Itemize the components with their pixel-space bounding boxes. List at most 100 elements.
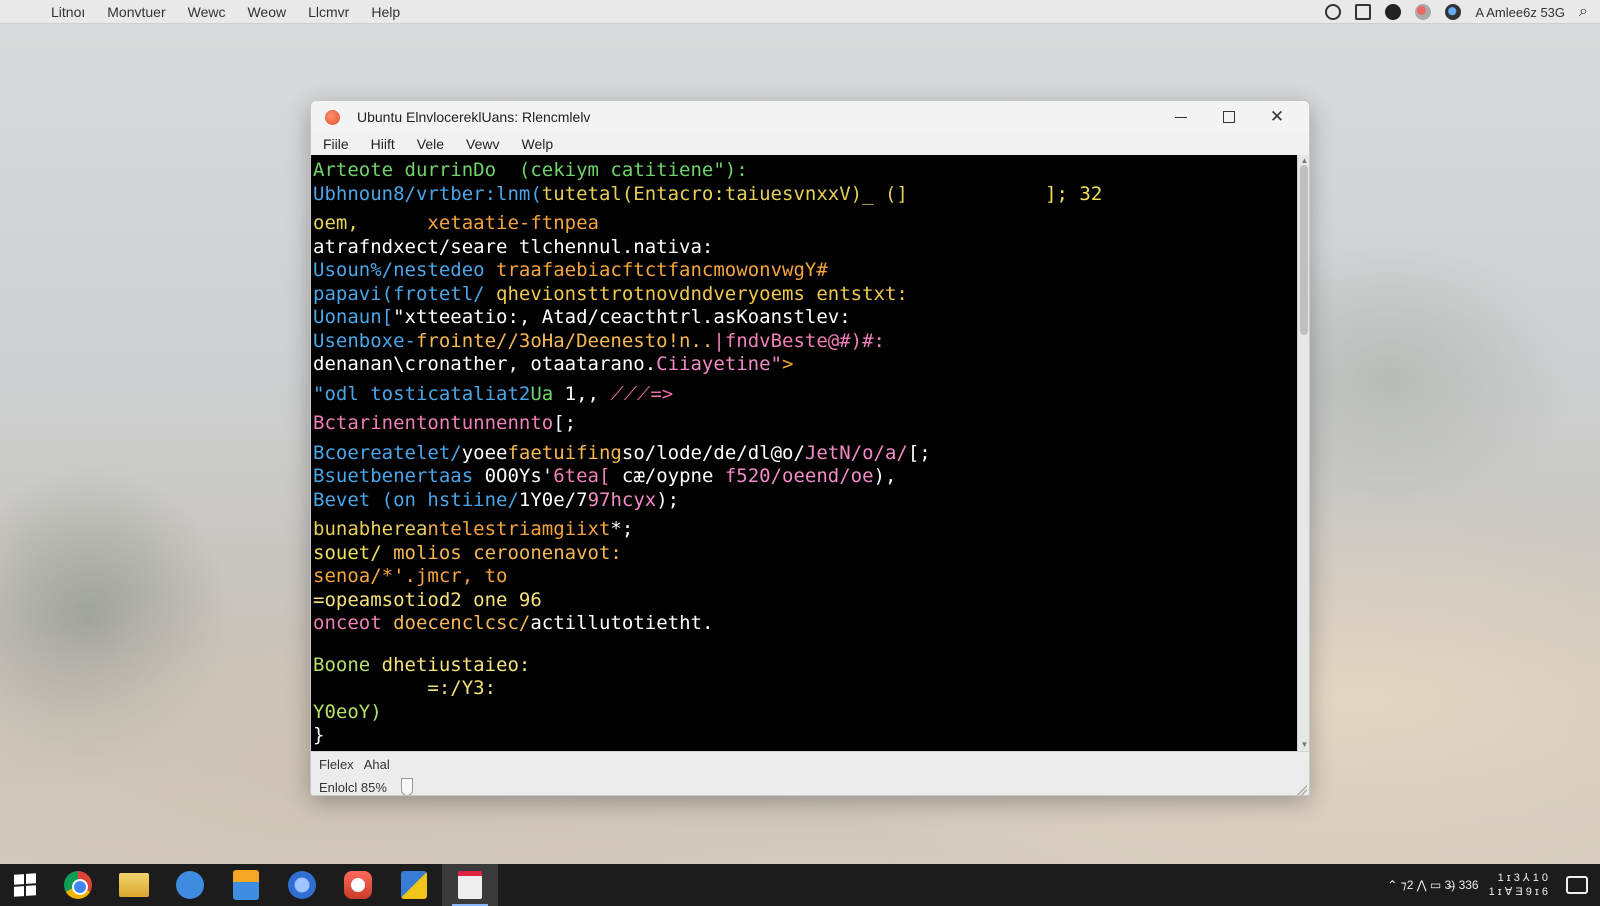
tray-status-text[interactable]: ⌃ ⁊2 ⋀ ▭ 3̶) 336 <box>1387 878 1478 892</box>
terminal-text-segment: tutetal(Entacro:taiuesvnxxV)_ (] <box>541 182 908 205</box>
taskbar: ⌃ ⁊2 ⋀ ▭ 3̶) 336 1 ɪ 3 ⅄ 1 0 1 ɪ ∀ Ǝ 9 ɪ… <box>0 864 1600 906</box>
terminal-line: Usoun%/nestedeo traafaebiacftctfancmowon… <box>313 259 1295 283</box>
terminal-line: senoa/*'.jmcr, to <box>313 565 1295 589</box>
menu-welp[interactable]: Welp <box>511 136 565 152</box>
clock-date: 1 ɪ ∀ Ǝ 9 ɪ 6 <box>1488 886 1548 898</box>
clock-time: 1 ɪ 3 ⅄ 1 0 <box>1497 872 1548 884</box>
taskbar-file-explorer[interactable] <box>106 864 162 906</box>
terminal-text-segment: [; <box>907 441 931 464</box>
status-bar: Flelex Ahal Enlolcl 85% <box>311 751 1309 795</box>
terminal-text-segment: ); <box>656 488 680 511</box>
zoom-slider-handle[interactable] <box>400 778 413 795</box>
clock[interactable]: 1 ɪ 3 ⅄ 1 0 1 ɪ ∀ Ǝ 9 ɪ 6 <box>1489 871 1548 899</box>
menu-llcmvr[interactable]: Llcmvr <box>297 4 360 20</box>
media-play-icon[interactable] <box>1385 4 1402 20</box>
terminal-text-segment: > <box>782 353 794 375</box>
terminal-text-segment: ), <box>873 465 897 487</box>
terminal-text-segment: 1Y0e/7 <box>518 488 588 511</box>
terminal-text-segment: } <box>313 724 325 746</box>
notepad-icon <box>458 871 482 899</box>
terminal-output[interactable]: Arteote durrinDo (cekiym catitiene"): Ubh… <box>311 155 1297 751</box>
terminal-text-segment: Bctarinentontunnennto <box>313 412 554 434</box>
terminal-text-segment: =opeamsotiod2 one 96 <box>313 588 542 611</box>
terminal-text-segment: bunabherea <box>313 518 428 540</box>
mail-icon <box>176 871 204 899</box>
menu-vele[interactable]: Vele <box>406 136 455 152</box>
documents-icon <box>233 870 259 900</box>
terminal-line: Ubhnoun8/vrtber:lnm(tutetal(Entacro:taiu… <box>313 183 1295 207</box>
notification-center-icon[interactable] <box>1566 876 1588 894</box>
terminal-text-segment: "odl tosticataliat2 <box>313 382 531 405</box>
terminal-text-segment: Bsuetbenertaas <box>313 465 485 487</box>
terminal-line: Bevet (on hstiine/1Y0e/797hcyx); <box>313 489 1295 513</box>
minimize-button[interactable] <box>1157 101 1205 133</box>
status-ahal: Ahal <box>363 757 390 772</box>
terminal-text-segment: *; <box>610 518 634 540</box>
status-app-icon[interactable] <box>1415 4 1432 20</box>
taskbar-maps[interactable] <box>386 864 442 906</box>
terminal-text-segment: Usenboxe- <box>313 329 416 352</box>
menu-help[interactable]: Help <box>360 4 411 20</box>
terminal-window: Ubuntu ElnvlocereklUans: Rlencmlelv ✕ Fi… <box>310 100 1310 796</box>
terminal-text-segment: ⟋⟋⟋=> <box>610 382 674 405</box>
terminal-text-segment: f520/oeend/oe <box>724 465 874 487</box>
terminal-text-segment: xetaatie-ftnpea <box>427 212 599 234</box>
window-titlebar[interactable]: Ubuntu ElnvlocereklUans: Rlencmlelv ✕ <box>311 101 1309 133</box>
terminal-line: Usenboxe-frointe//3oHa/Deenesto!n..|fndv… <box>313 330 1295 354</box>
terminal-text-segment: Bevet <box>313 488 382 511</box>
terminal-text-segment: Y0eoY) <box>313 700 382 723</box>
terminal-line: oem, xetaatie-ftnpea <box>313 212 1295 236</box>
menu-monvtuer[interactable]: Monvtuer <box>96 4 176 20</box>
close-button[interactable]: ✕ <box>1253 101 1301 133</box>
display-icon[interactable] <box>1355 4 1372 20</box>
search-icon[interactable]: ⌕ <box>1579 3 1588 21</box>
terminal-text-segment: atrafndxect/seare tlchennul.nativa: <box>313 235 714 258</box>
red-app-icon <box>344 871 372 899</box>
terminal-text-segment: Bcoereatelet/ <box>313 441 462 464</box>
top-menu-bar: Litnoı Monvtuer Wewc Weow Llcmvr Help A … <box>0 0 1600 24</box>
terminal-text-segment: (on hstiine/ <box>381 488 519 511</box>
scroll-thumb[interactable] <box>1300 165 1308 335</box>
terminal-text-segment: |fndvBeste@#)#: <box>713 329 885 352</box>
minimize-icon <box>1175 116 1187 118</box>
terminal-text-segment: Ubhnoun8/vrtber:lnm( <box>313 182 542 205</box>
terminal-line: =opeamsotiod2 one 96 <box>313 589 1295 613</box>
menu-litnoi[interactable]: Litnoı <box>40 4 96 20</box>
taskbar-browser[interactable] <box>274 864 330 906</box>
maximize-button[interactable] <box>1205 101 1253 133</box>
terminal-line: Bsuetbenertaas 0O0Ys'6tea[ cæ/oypne f520… <box>313 465 1295 489</box>
taskbar-documents[interactable] <box>218 864 274 906</box>
terminal-line: =:/Y3: <box>313 677 1295 701</box>
resize-grip-icon[interactable] <box>1297 785 1307 795</box>
windows-logo-icon <box>14 873 36 897</box>
taskbar-notepad[interactable] <box>442 864 498 906</box>
taskbar-red-app[interactable] <box>330 864 386 906</box>
menu-hiift[interactable]: Hiift <box>360 136 406 152</box>
menu-weow[interactable]: Weow <box>236 4 297 20</box>
app-status-dot-icon <box>325 109 340 125</box>
terminal-text-segment: so/lode/de/dl@o/ <box>621 441 805 464</box>
sync-icon[interactable] <box>1325 4 1342 20</box>
terminal-text-segment: Usoun%/nestedeo <box>313 259 497 281</box>
start-button[interactable] <box>0 864 50 906</box>
user-globe-icon[interactable] <box>1445 4 1462 20</box>
user-label[interactable]: A Amlee6z 53G <box>1475 5 1565 20</box>
terminal-line: Y0eoY) <box>313 701 1295 725</box>
status-flelex: Flelex <box>319 757 354 772</box>
menu-view[interactable]: Vewv <box>455 136 510 152</box>
scroll-down-icon[interactable]: ▼ <box>1298 739 1309 751</box>
terminal-text-segment: souet/ <box>313 541 394 564</box>
terminal-text-segment: denanan\cronather, otaatarano. <box>313 353 657 375</box>
terminal-text-segment: molios ceroonenavot: <box>393 541 622 564</box>
menu-file[interactable]: Fiile <box>311 136 360 152</box>
terminal-line: Bctarinentontunnennto[; <box>313 412 1295 436</box>
terminal-line: Boone dhetiustaieo: <box>313 654 1295 678</box>
terminal-scrollbar[interactable]: ▲ ▼ <box>1297 155 1309 751</box>
terminal-text-segment: 1,, <box>553 382 611 405</box>
taskbar-chrome[interactable] <box>50 864 106 906</box>
terminal-text-segment: ]; 32 <box>907 182 1103 205</box>
folder-icon <box>119 873 149 897</box>
terminal-text-segment: doecenclcsc/ <box>393 612 531 634</box>
taskbar-mail[interactable] <box>162 864 218 906</box>
menu-wewc[interactable]: Wewc <box>177 4 237 20</box>
